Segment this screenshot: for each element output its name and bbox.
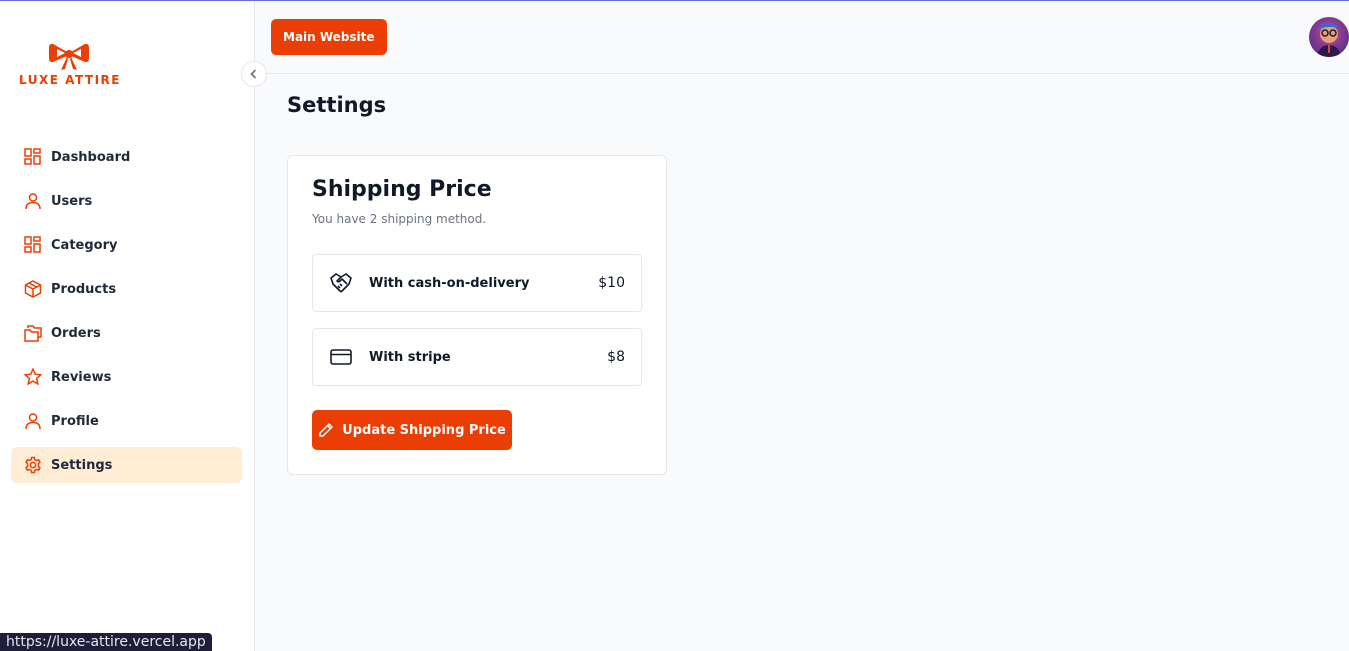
sidebar-item-label: Settings <box>51 457 113 473</box>
card-subtitle: You have 2 shipping method. <box>312 212 487 226</box>
shipping-method-label: With stripe <box>369 349 451 365</box>
folders-icon <box>23 323 43 343</box>
box-icon <box>23 279 43 299</box>
sidebar-item-settings[interactable]: Settings <box>11 447 242 483</box>
sidebar-nav: Dashboard Users Category Products Orders… <box>11 139 242 491</box>
handshake-icon <box>329 271 353 295</box>
avatar[interactable] <box>1309 17 1349 57</box>
sidebar-item-reviews[interactable]: Reviews <box>11 359 242 395</box>
user-icon <box>23 191 43 211</box>
sidebar-item-label: Profile <box>51 413 99 429</box>
shipping-method-label: With cash-on-delivery <box>369 275 530 291</box>
update-shipping-price-button[interactable]: Update Shipping Price <box>312 410 512 450</box>
update-shipping-price-label: Update Shipping Price <box>342 422 506 438</box>
page-title: Settings <box>287 93 387 117</box>
sidebar-item-products[interactable]: Products <box>11 271 242 307</box>
sidebar-item-users[interactable]: Users <box>11 183 242 219</box>
grid-icon <box>23 235 43 255</box>
brand-name: LUXE ATTIRE <box>19 73 121 87</box>
chevron-left-icon <box>250 69 257 79</box>
sidebar-item-dashboard[interactable]: Dashboard <box>11 139 242 175</box>
sidebar: LUXE ATTIRE Dashboard Users Category Pro… <box>0 1 255 651</box>
sidebar-item-orders[interactable]: Orders <box>11 315 242 351</box>
sidebar-item-label: Users <box>51 193 93 209</box>
shipping-method-stripe: With stripe $8 <box>312 328 642 386</box>
shipping-price-card: Shipping Price You have 2 shipping metho… <box>287 155 667 475</box>
shipping-method-price: $8 <box>607 349 625 365</box>
star-icon <box>23 367 43 387</box>
gear-icon <box>23 455 43 475</box>
sidebar-item-label: Orders <box>51 325 101 341</box>
status-bar-url: https://luxe-attire.vercel.app <box>0 633 212 651</box>
top-header: Main Website <box>255 1 1349 74</box>
main-website-button[interactable]: Main Website <box>271 19 387 55</box>
brand-logo[interactable]: LUXE ATTIRE <box>19 41 121 87</box>
sidebar-item-label: Reviews <box>51 369 112 385</box>
sidebar-item-label: Products <box>51 281 117 297</box>
card-title: Shipping Price <box>312 177 492 202</box>
shipping-method-cod: With cash-on-delivery $10 <box>312 254 642 312</box>
grid-icon <box>23 147 43 167</box>
sidebar-item-profile[interactable]: Profile <box>11 403 242 439</box>
sidebar-collapse-button[interactable] <box>241 61 267 87</box>
bow-icon <box>49 43 89 70</box>
shipping-method-price: $10 <box>598 275 625 291</box>
credit-card-icon <box>329 345 353 369</box>
sidebar-item-category[interactable]: Category <box>11 227 242 263</box>
sidebar-item-label: Category <box>51 237 118 253</box>
sidebar-item-label: Dashboard <box>51 149 131 165</box>
user-icon <box>23 411 43 431</box>
pencil-icon <box>319 423 333 437</box>
